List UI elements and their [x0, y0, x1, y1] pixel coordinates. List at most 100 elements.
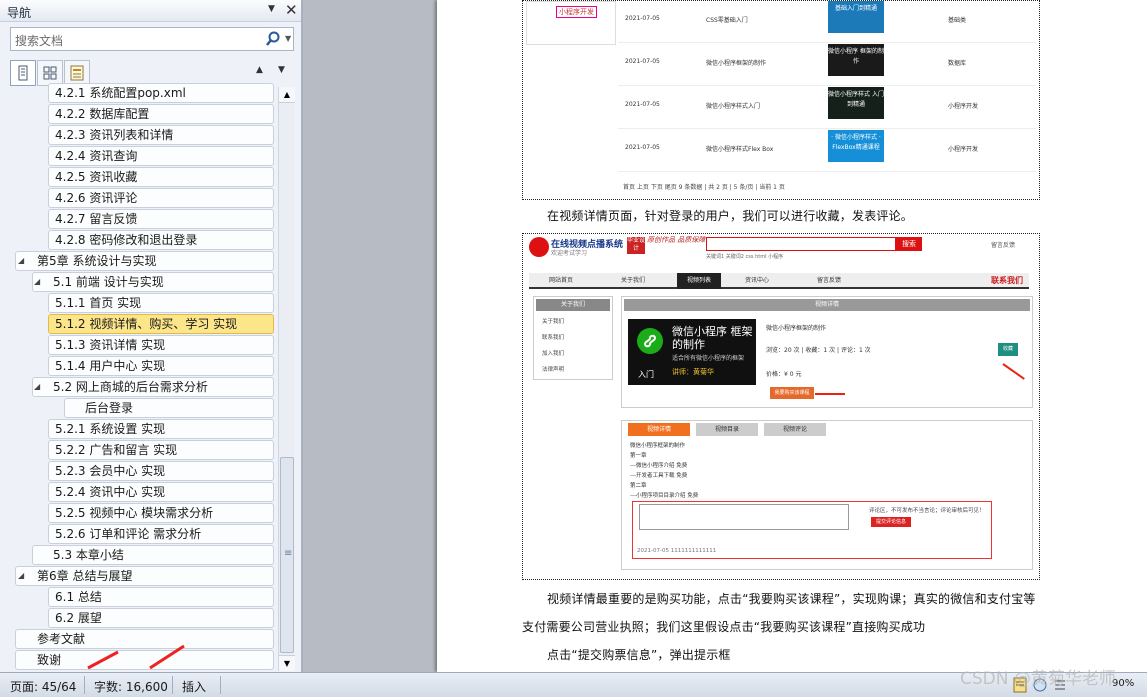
wechat-miniprogram-icon: [637, 328, 663, 354]
nav-item[interactable]: 4.2.5 资讯收藏: [48, 167, 274, 187]
scrollbar-thumb[interactable]: ≡: [280, 457, 294, 653]
nav-item[interactable]: 致谢: [15, 650, 274, 670]
search-icon[interactable]: [265, 30, 281, 48]
left-menu: 关于我们 关于我们 联系我们 加入我们 法律声明: [533, 296, 613, 380]
site-search-input: [706, 237, 896, 251]
nav-item[interactable]: 4.2.7 留言反馈: [48, 209, 274, 229]
table-row: 2021-07-05 CSS零基础入门 基础入门到精通 基础类: [618, 1, 1036, 43]
grip-icon: ≡: [284, 548, 293, 559]
nav-item[interactable]: 5.1.3 资讯详情 实现: [48, 335, 274, 355]
detail-tab: 视频目录: [696, 423, 758, 436]
comment-textarea: [639, 504, 849, 530]
nav-item-label: 4.2.7 留言反馈: [55, 212, 138, 226]
nav-item[interactable]: 4.2.3 资讯列表和详情: [48, 125, 274, 145]
lesson-item: 第二章: [630, 483, 647, 489]
nav-item[interactable]: 4.2.4 资讯查询: [48, 146, 274, 166]
lesson-item: ---微信小程序介绍 免费: [630, 463, 688, 469]
nav-item[interactable]: ▷5.1.4 用户中心 实现: [48, 356, 274, 376]
nav-item-label: 6.2 展望: [55, 611, 102, 625]
nav-item[interactable]: 4.2.1 系统配置pop.xml: [48, 83, 274, 103]
detail-panel: 视频详情 微信小程序 框架的制作 适合所有微信小程序的框架 讲师：黄菊华 入门 …: [621, 296, 1033, 408]
nav-item[interactable]: 5.2.6 订单和评论 需求分析: [48, 524, 274, 544]
expanded-arrow-icon[interactable]: ◢: [34, 273, 40, 291]
nav-item-label: 5.2.3 会员中心 实现: [55, 464, 166, 478]
nav-item[interactable]: ◢ 第6章 总结与展望: [15, 566, 274, 586]
row-title: 微信小程序样式Flex Box: [706, 146, 774, 153]
word-count[interactable]: 字数: 16,600: [94, 678, 168, 695]
insert-mode[interactable]: 插入: [182, 678, 206, 695]
nav-item[interactable]: 4.2.8 密码修改和退出登录: [48, 230, 274, 250]
document-page[interactable]: 小程序开发 2021-07-05 CSS零基础入门 基础入门到精通 基础类 2021-0…: [437, 0, 1147, 672]
course-title: 微信小程序框架的制作: [766, 325, 827, 332]
lesson-item: 微信小程序框架的制作: [630, 443, 686, 449]
nav-item[interactable]: 5.2.3 会员中心 实现: [48, 461, 274, 481]
nav-item[interactable]: 5.1.2 视频详情、购买、学习 实现: [48, 314, 274, 334]
previous-heading-icon[interactable]: ▲: [256, 65, 263, 75]
red-arrow-annotation: [815, 393, 845, 395]
expanded-arrow-icon[interactable]: ◢: [18, 252, 24, 270]
hot-keywords: 关键词1 关键词2 css html 小程序: [706, 254, 784, 260]
page-count[interactable]: 页面: 45/64: [10, 678, 76, 695]
nav-item-label: 致谢: [37, 653, 62, 667]
comment-hint: 评论区，不可发布不当言论；评论审核后可见！: [869, 508, 985, 514]
nav-item[interactable]: ▷5.2.4 资讯中心 实现: [48, 482, 274, 502]
nav-item-label: 5.2.1 系统设置 实现: [55, 422, 166, 436]
nav-item[interactable]: 5.3 本章小结: [32, 545, 274, 565]
table-row: 2021-07-05 微信小程序样式Flex Box · 微信小程序样式 · Fle…: [618, 130, 1036, 172]
row-title: 微信小程序框架的制作: [706, 60, 767, 67]
next-heading-icon[interactable]: ▼: [278, 65, 285, 75]
nav-item[interactable]: 5.1.1 首页 实现: [48, 293, 274, 313]
nav-item[interactable]: ◢ 第5章 系统设计与实现: [15, 251, 274, 271]
nav-item[interactable]: 后台登录: [64, 398, 274, 418]
chevron-down-icon[interactable]: ▼: [268, 4, 275, 14]
detail-tab: 视频评论: [764, 423, 826, 436]
site-menu-item: 资讯中心: [744, 277, 769, 284]
scroll-down-icon[interactable]: ▼: [279, 655, 295, 671]
course-stats: 浏览：20 次 | 收藏：1 次 | 评论：1 次: [766, 347, 871, 354]
site-menu-item: 留言反馈: [816, 277, 841, 284]
nav-item[interactable]: 4.2.6 资讯评论: [48, 188, 274, 208]
lesson-item: ---小程序项目目录介绍 免费: [630, 493, 699, 499]
nav-item-label: 4.2.1 系统配置pop.xml: [55, 86, 186, 100]
nav-item[interactable]: 4.2.2 数据库配置: [48, 104, 274, 124]
nav-item[interactable]: 6.1 总结: [48, 587, 274, 607]
nav-item[interactable]: 5.2.2 广告和留言 实现: [48, 440, 274, 460]
site-menu-item: 视频列表: [677, 273, 721, 289]
nav-item[interactable]: 5.2.1 系统设置 实现: [48, 419, 274, 439]
nav-item[interactable]: 5.2.5 视频中心 模块需求分析: [48, 503, 274, 523]
cover-teacher: 讲师：黄菊华: [672, 368, 714, 376]
nav-item-label: 6.1 总结: [55, 590, 102, 604]
close-icon[interactable]: ✕: [285, 1, 298, 19]
site-subtitle: 欢迎考试学习: [551, 250, 588, 257]
expanded-arrow-icon[interactable]: ◢: [18, 567, 24, 585]
thumbnails-icon: [43, 66, 57, 80]
expanded-arrow-icon[interactable]: ◢: [34, 378, 40, 396]
paragraph: 在视频详情页面，针对登录的用户，我们可以进行收藏，发表评论。: [547, 209, 914, 223]
nav-header: 导航 ▼ ✕: [0, 0, 301, 22]
paragraph: 点击“提交购票信息”，弹出提示框: [547, 648, 731, 662]
nav-item-label: 5.2.5 视频中心 模块需求分析: [55, 506, 214, 520]
detail-tab: 视频详情: [628, 423, 690, 436]
nav-item[interactable]: ◢ 5.1 前端 设计与实现: [32, 272, 274, 292]
scroll-up-icon[interactable]: ▲: [279, 87, 295, 103]
paragraph: 视频详情最重要的是购买功能，点击“我要购买该课程”，实现购课；真实的微信和支付宝…: [547, 592, 1036, 606]
lesson-item: 第一章: [630, 453, 647, 459]
nav-item[interactable]: 参考文献: [15, 629, 274, 649]
nav-item-label: 4.2.4 资讯查询: [55, 149, 138, 163]
chevron-down-icon[interactable]: ▼: [285, 34, 291, 43]
sidebar-box: 小程序开发: [526, 1, 616, 45]
slogan: 原创作品 品质保障: [647, 236, 706, 244]
search-input[interactable]: 搜索文档 ▼: [10, 27, 294, 51]
nav-scrollbar[interactable]: ▲ ≡ ▼: [278, 87, 295, 671]
nav-item-label: 4.2.3 资讯列表和详情: [55, 128, 174, 142]
sidebar-button: 小程序开发: [556, 6, 597, 18]
nav-item[interactable]: 6.2 展望: [48, 608, 274, 628]
nav-item-label: 4.2.2 数据库配置: [55, 107, 150, 121]
comment-entry: 2021-07-05 1111111111111: [637, 548, 717, 554]
nav-item-label: 4.2.8 密码修改和退出登录: [55, 233, 198, 247]
course-cover: 微信小程序 框架的制作 适合所有微信小程序的框架 讲师：黄菊华 入门: [628, 319, 756, 385]
nav-item[interactable]: ◢ 5.2 网上商城的后台需求分析: [32, 377, 274, 397]
row-category: 小程序开发: [948, 103, 979, 110]
left-menu-item: 联系我们: [542, 335, 565, 341]
document-area[interactable]: 小程序开发 2021-07-05 CSS零基础入门 基础入门到精通 基础类 2021-0…: [303, 0, 1147, 672]
